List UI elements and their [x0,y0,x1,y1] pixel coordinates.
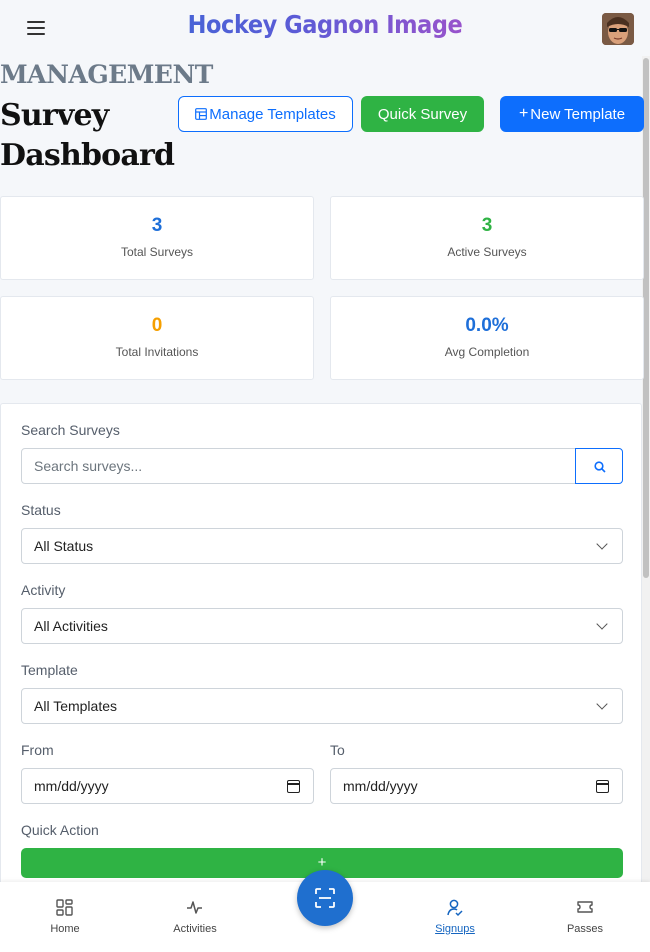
new-template-button[interactable]: + New Template [500,96,644,132]
calendar-icon[interactable] [287,780,300,793]
to-date-input[interactable]: mm/dd/yyyy [330,768,623,804]
home-grid-icon [56,899,73,916]
plus-icon: + [518,105,529,122]
nav-label: Signups [435,923,475,935]
stat-value: 0 [151,315,163,336]
quick-survey-label: Quick Survey [377,105,468,123]
search-label: Search Surveys [21,422,120,438]
nav-item-signups[interactable]: Signups [405,882,505,952]
calendar-icon[interactable] [596,780,609,793]
activity-label: Activity [21,582,66,598]
chevron-down-icon [596,618,608,630]
stat-label: Total Surveys [120,245,194,259]
template-list-icon [195,108,208,120]
from-date-value: mm/dd/yyyy [34,778,109,794]
ticket-icon [577,901,593,913]
template-select-value: All Templates [34,698,118,714]
activity-select[interactable]: All Activities [21,608,623,644]
status-select[interactable]: All Status [21,528,623,564]
scan-fab-button[interactable] [297,870,353,926]
new-template-label: New Template [530,105,626,123]
from-label: From [21,742,54,758]
search-button[interactable] [575,448,623,484]
app-brand[interactable]: Hockey Gagnon Image [33,10,618,39]
stat-value: 3 [151,215,163,236]
manage-templates-button[interactable]: Manage Templates [178,96,353,132]
nav-item-activities[interactable]: Activities [145,882,245,952]
from-date-input[interactable]: mm/dd/yyyy [21,768,314,804]
nav-item-passes[interactable]: Passes [535,882,635,952]
nav-label: Activities [173,923,217,935]
nav-label: Home [50,923,80,935]
template-label: Template [21,662,78,678]
activity-pulse-icon [187,901,202,914]
stat-card-active-surveys: 3 Active Surveys [330,196,644,280]
to-date-value: mm/dd/yyyy [343,778,418,794]
to-label: To [330,742,345,758]
stat-label: Total Invitations [115,345,199,359]
manage-templates-label: Manage Templates [209,105,336,123]
activity-select-value: All Activities [34,618,108,634]
chevron-down-icon [596,698,608,710]
nav-label: Passes [566,923,604,935]
page-kicker: MANAGEMENT [0,60,213,89]
search-icon [594,461,606,473]
top-bar: Hockey Gagnon Image [0,0,650,56]
template-select[interactable]: All Templates [21,688,623,724]
stat-card-total-invitations: 0 Total Invitations [0,296,314,380]
stat-card-total-surveys: 3 Total Surveys [0,196,314,280]
page-title: Survey Dashboard [0,98,175,173]
quick-survey-button[interactable]: Quick Survey [361,96,484,132]
stat-label: Active Surveys [447,245,527,259]
status-select-value: All Status [34,538,94,554]
stat-value: 3 [481,215,493,236]
nav-item-home[interactable]: Home [15,882,115,952]
user-avatar[interactable] [602,13,634,45]
stat-label: Avg Completion [444,345,530,359]
search-input[interactable]: Search surveys... [21,448,577,484]
stat-card-avg-completion: 0.0% Avg Completion [330,296,644,380]
status-label: Status [21,502,61,518]
chevron-down-icon [596,538,608,550]
stat-value: 0.0% [465,315,509,336]
qr-scan-icon [315,888,335,908]
quick-action-label: Quick Action [21,822,99,838]
user-check-icon [447,899,463,917]
